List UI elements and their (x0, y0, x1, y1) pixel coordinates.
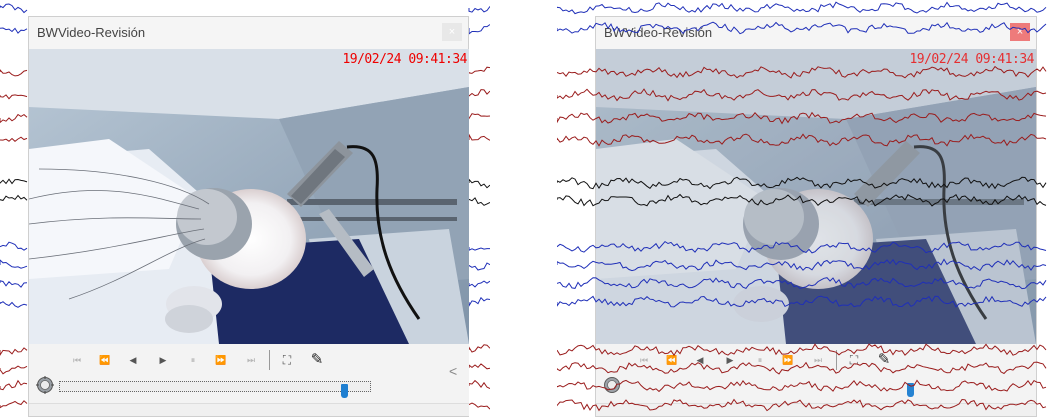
eeg-trace (468, 344, 490, 353)
eeg-trace (468, 6, 490, 13)
pause-button[interactable]: ⏸ (752, 352, 768, 368)
play-button[interactable]: ▶ (155, 352, 171, 368)
eeg-trace (0, 69, 28, 77)
timeline-slider-thumb[interactable] (907, 383, 914, 397)
close-button[interactable]: × (442, 23, 462, 41)
gear-icon[interactable] (35, 375, 55, 395)
annotate-pen-button[interactable]: ✎ (309, 352, 325, 368)
eeg-trace (468, 247, 490, 251)
eeg-trace (468, 113, 490, 121)
eeg-trace (468, 262, 490, 271)
status-bar (596, 403, 1036, 416)
patient-video-image (596, 49, 1036, 344)
collapse-arrow-button[interactable]: < (449, 363, 457, 379)
eeg-trace (0, 194, 28, 201)
patient-video-image (29, 49, 469, 344)
last-frame-button[interactable]: ⏭ (243, 352, 259, 368)
eeg-trace (468, 89, 490, 97)
playback-controls: ⏮ ⏪ ◀ ▶ ⏸ ⏩ ⏭ ⛶ ✎ (596, 344, 1036, 406)
panel-right: BWVideo-Revisión × 19/02/24 09:41:34 ⏮ ⏪… (557, 0, 1047, 417)
eeg-trace (0, 280, 28, 288)
timeline-row (596, 374, 1036, 398)
eeg-trace (0, 301, 28, 308)
eeg-trace (468, 402, 490, 410)
eeg-trace (468, 24, 490, 35)
step-back-button[interactable]: ◀ (692, 352, 708, 368)
video-frame[interactable]: 19/02/24 09:41:34 (29, 49, 469, 344)
eeg-trace (468, 66, 490, 74)
eeg-trace (468, 280, 490, 288)
video-frame[interactable]: 19/02/24 09:41:34 (596, 49, 1036, 344)
panel-left: BWVideo-Revisión × 19/02/24 09:41:34 ⏮ ⏪… (0, 0, 490, 417)
rewind-button[interactable]: ⏪ (97, 352, 113, 368)
eeg-trace (468, 363, 490, 370)
eeg-trace (0, 136, 28, 142)
fast-forward-button[interactable]: ⏩ (213, 352, 229, 368)
snapshot-button[interactable]: ⛶ (279, 352, 295, 368)
first-frame-button[interactable]: ⏮ (69, 352, 85, 368)
video-review-window: BWVideo-Revisión × 19/02/24 09:41:34 ⏮ ⏪… (28, 16, 469, 417)
controls-separator (269, 350, 270, 370)
fast-forward-button[interactable]: ⏩ (780, 352, 796, 368)
timeline-row (29, 374, 469, 398)
window-titlebar[interactable]: BWVideo-Revisión × (596, 17, 1036, 49)
window-title: BWVideo-Revisión (604, 25, 713, 40)
eeg-trace (468, 197, 490, 206)
close-button[interactable]: × (1010, 23, 1030, 41)
gear-icon[interactable] (602, 375, 622, 395)
eeg-trace (468, 132, 490, 141)
eeg-trace (468, 296, 490, 308)
status-bar (29, 403, 469, 416)
controls-separator (836, 350, 837, 370)
timeline-slider-thumb[interactable] (341, 384, 348, 398)
video-timestamp: 19/02/24 09:41:34 (342, 52, 467, 67)
eeg-trace (0, 379, 28, 391)
pause-button[interactable]: ⏸ (185, 352, 201, 368)
timeline-slider[interactable] (626, 381, 938, 397)
eeg-trace (0, 259, 28, 269)
annotate-pen-button[interactable]: ✎ (876, 352, 892, 368)
video-review-window-overlay: BWVideo-Revisión × 19/02/24 09:41:34 ⏮ ⏪… (595, 16, 1037, 417)
first-frame-button[interactable]: ⏮ (636, 352, 652, 368)
eeg-trace (0, 178, 28, 185)
eeg-trace (0, 400, 28, 409)
eeg-trace (0, 365, 28, 375)
eeg-trace (0, 113, 28, 124)
play-button[interactable]: ▶ (722, 352, 738, 368)
last-frame-button[interactable]: ⏭ (810, 352, 826, 368)
window-titlebar[interactable]: BWVideo-Revisión × (29, 17, 468, 49)
step-back-button[interactable]: ◀ (125, 352, 141, 368)
eeg-trace (468, 178, 490, 189)
rewind-button[interactable]: ⏪ (664, 352, 680, 368)
eeg-trace (0, 27, 28, 34)
snapshot-button[interactable]: ⛶ (846, 352, 862, 368)
eeg-trace (557, 1, 1047, 15)
timeline-slider[interactable] (59, 381, 371, 398)
eeg-trace (0, 241, 28, 251)
video-timestamp: 19/02/24 09:41:34 (909, 52, 1034, 67)
window-title: BWVideo-Revisión (37, 25, 146, 40)
eeg-trace (468, 379, 490, 390)
eeg-trace (0, 347, 28, 356)
eeg-trace (0, 3, 28, 14)
playback-controls: ⏮ ⏪ ◀ ▶ ⏸ ⏩ ⏭ ⛶ ✎ (29, 344, 469, 406)
eeg-trace (0, 94, 28, 100)
